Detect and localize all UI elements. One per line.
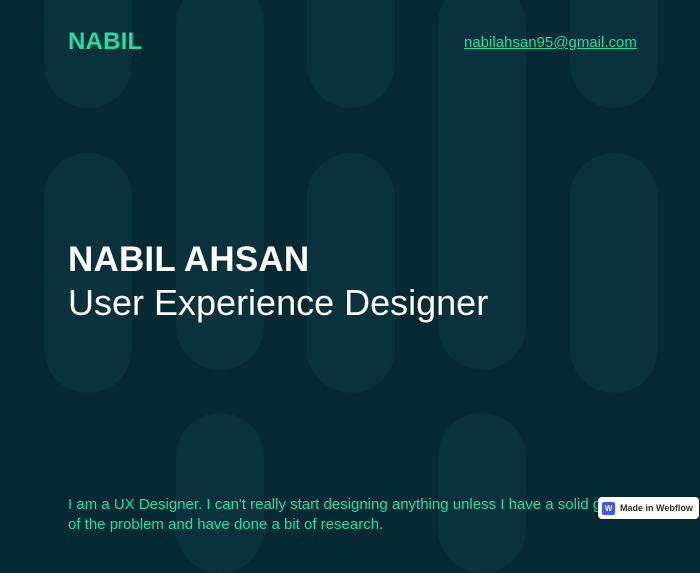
- bg-pill: [570, 0, 658, 108]
- bg-pill: [570, 153, 658, 393]
- site-logo[interactable]: NABIL: [68, 28, 142, 56]
- intro-text: I am a UX Designer. I can't really start…: [68, 496, 631, 533]
- made-in-webflow-badge[interactable]: W Made in Webflow: [598, 497, 699, 519]
- hero-role: User Experience Designer: [68, 282, 489, 323]
- webflow-icon: W: [602, 501, 615, 515]
- bg-pill: [307, 0, 395, 108]
- email-link[interactable]: nabilahsan95@gmail.com: [464, 34, 637, 51]
- hero-name: NABIL AHSAN: [68, 240, 310, 279]
- bg-pill: [438, 413, 526, 573]
- badge-label: Made in Webflow: [620, 503, 693, 513]
- bg-pill: [307, 153, 395, 393]
- bg-pill: [176, 413, 264, 573]
